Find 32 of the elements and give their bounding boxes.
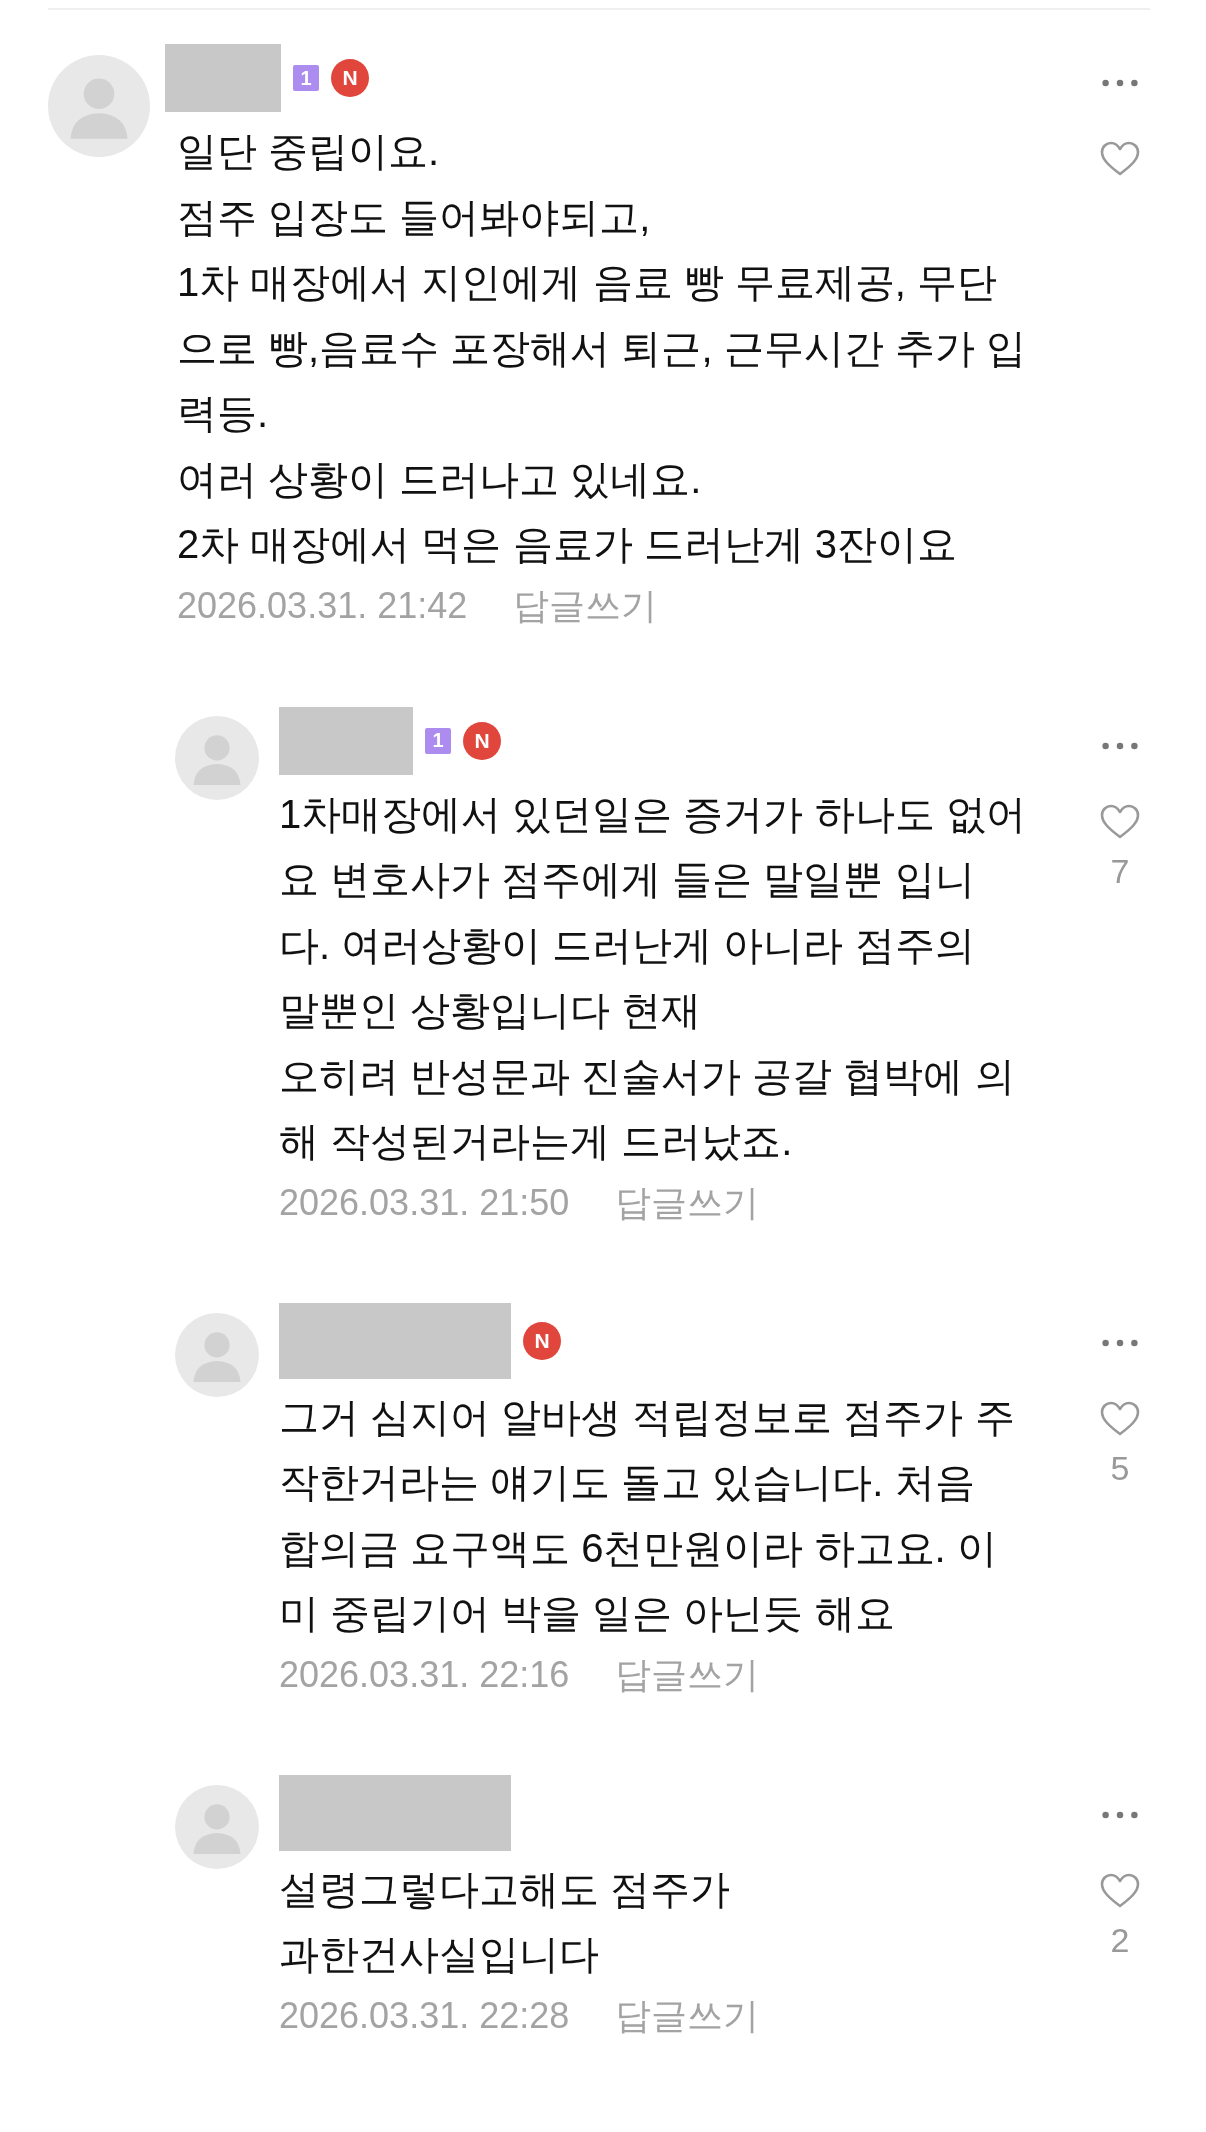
avatar-icon: [175, 1784, 259, 1869]
more-icon[interactable]: [1102, 1810, 1138, 1819]
new-badge: N: [331, 59, 369, 97]
comment-date: 2026.03.31. 22:16: [279, 1652, 570, 1697]
heart-icon[interactable]: [1100, 1872, 1140, 1909]
reply-link[interactable]: 답글쓰기: [615, 1178, 760, 1227]
reply-link[interactable]: 답글쓰기: [513, 581, 658, 630]
like-count: 7: [1110, 851, 1130, 891]
level-badge: 1: [293, 65, 319, 91]
comment-text: 그거 심지어 알바생 적립정보로 점주가 주 작한거라는 얘기도 돌고 있습니다. 처음 합의금 요구액도 6천만원이라 하고요. 이 미 중립기어 박을 일은 아닌듯 해요: [279, 1393, 1016, 1637]
reply-link[interactable]: 답글쓰기: [615, 1991, 760, 2040]
heart-icon[interactable]: [1100, 1400, 1140, 1437]
more-icon[interactable]: [1102, 741, 1138, 750]
new-badge: N: [523, 1321, 561, 1360]
heart-icon[interactable]: [1100, 803, 1140, 840]
more-icon[interactable]: [1102, 79, 1138, 87]
comment-text: 일단 중립이요. 점주 입장도 들어봐야되고, 1차 매장에서 지인에게 음료 빵 무료제공, 무단 으로 빵,음료수 포장해서 퇴근, 근무시간 추가 입 력등. 여러 상황이 드러나고 있네요. 2차 매장에서 먹은 음료가 드러난게 3잔이요: [177, 128, 1027, 568]
like-count: 5: [1110, 1448, 1130, 1488]
reply-link[interactable]: 답글쓰기: [615, 1650, 760, 1699]
avatar-icon: [175, 715, 259, 800]
comment-date: 2026.03.31. 22:28: [279, 1993, 570, 2038]
avatar-icon: [48, 55, 150, 157]
comment-date: 2026.03.31. 21:50: [279, 1180, 570, 1225]
new-badge: N: [463, 721, 501, 760]
level-badge: 1: [425, 727, 451, 754]
more-icon[interactable]: [1102, 1338, 1138, 1347]
comment-date: 2026.03.31. 21:42: [177, 583, 468, 628]
comment-text: 1차매장에서 있던일은 증거가 하나도 없어 요 변호사가 점주에게 들은 말일뿐 입니 다. 여러상황이 드러난게 아니라 점주의 말뿐인 상황입니다 현재 오히려 반성문과 진술서가 공갈 협박에 의 해 작성된거라는게 드러났죠.: [279, 790, 1027, 1165]
comment-text: 설령그렇다고해도 점주가 과한건사실입니다: [279, 1865, 732, 1978]
like-count: 2: [1110, 1920, 1130, 1960]
avatar-icon: [175, 1312, 259, 1397]
heart-icon[interactable]: [1100, 141, 1140, 177]
